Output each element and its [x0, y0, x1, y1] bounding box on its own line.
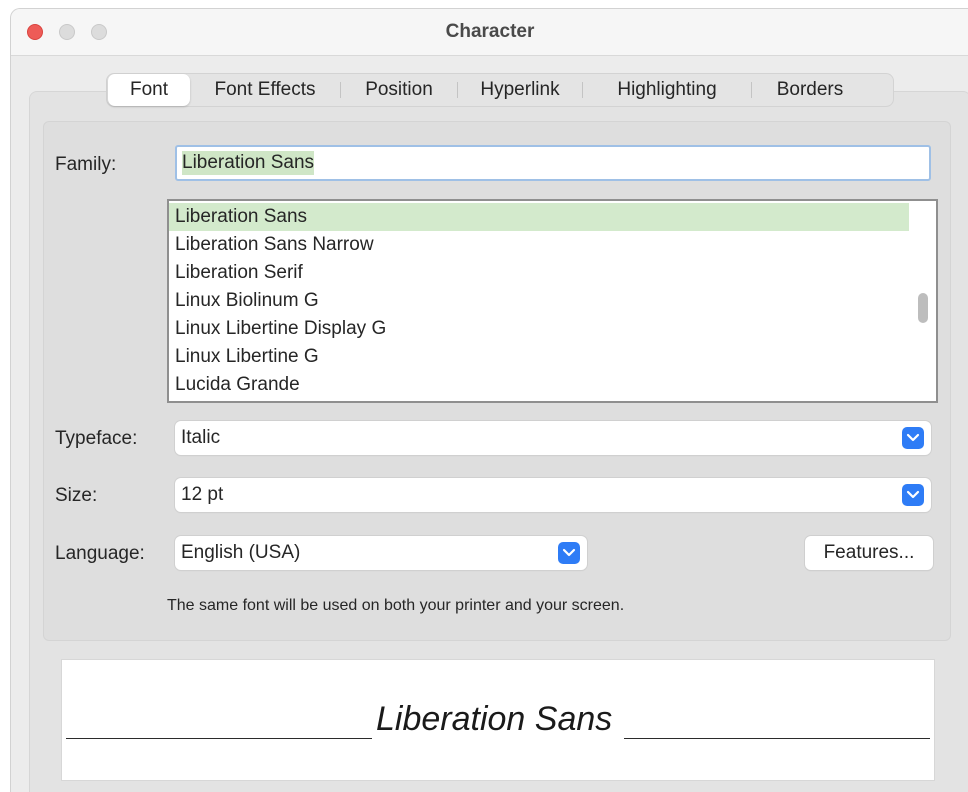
tab-highlighting[interactable]: Highlighting: [583, 74, 751, 106]
language-value: English (USA): [181, 542, 301, 563]
language-label: Language:: [55, 543, 145, 564]
family-list-item[interactable]: Liberation Sans Narrow: [169, 231, 909, 259]
language-select[interactable]: English (USA): [175, 536, 587, 570]
typeface-label: Typeface:: [55, 428, 138, 449]
family-input[interactable]: Liberation Sans: [175, 145, 931, 181]
chevron-down-icon[interactable]: [558, 542, 580, 564]
features-button[interactable]: Features...: [805, 536, 933, 570]
typeface-value: Italic: [181, 427, 221, 448]
family-input-value: Liberation Sans: [182, 151, 315, 175]
family-list[interactable]: Liberation Sans Liberation Sans Narrow L…: [167, 199, 938, 403]
chevron-down-icon[interactable]: [902, 427, 924, 449]
chevron-down-icon[interactable]: [902, 484, 924, 506]
character-dialog: Character Font Font Effects Position Hyp…: [10, 8, 968, 792]
tab-font-effects[interactable]: Font Effects: [190, 74, 340, 106]
family-list-item[interactable]: Lucida Grande: [169, 371, 909, 399]
family-list-item[interactable]: Linux Libertine G: [169, 343, 909, 371]
tab-font[interactable]: Font: [108, 74, 190, 106]
preview-text: Liberation Sans: [376, 700, 613, 738]
family-list-item[interactable]: Liberation Sans: [169, 203, 909, 231]
tab-bar: Font Font Effects Position Hyperlink Hig…: [106, 73, 894, 107]
typeface-select[interactable]: Italic: [175, 421, 931, 455]
font-preview: Liberation Sans: [61, 659, 935, 781]
family-list-item[interactable]: Linux Libertine Display G: [169, 315, 909, 343]
baseline-right: [624, 738, 930, 739]
family-list-item[interactable]: Linux Biolinum G: [169, 287, 909, 315]
tab-position[interactable]: Position: [341, 74, 457, 106]
baseline-left: [66, 738, 372, 739]
title-bar: Character: [11, 9, 968, 56]
tab-hyperlink[interactable]: Hyperlink: [458, 74, 582, 106]
family-list-scrollbar[interactable]: [918, 293, 928, 323]
family-list-item[interactable]: Liberation Serif: [169, 259, 909, 287]
window-title: Character: [445, 21, 535, 42]
size-value: 12 pt: [181, 484, 224, 505]
font-info-note: The same font will be used on both your …: [167, 597, 625, 614]
size-label: Size:: [55, 485, 98, 506]
size-select[interactable]: 12 pt: [175, 478, 931, 512]
family-label: Family:: [55, 154, 117, 175]
tab-borders[interactable]: Borders: [752, 74, 868, 106]
